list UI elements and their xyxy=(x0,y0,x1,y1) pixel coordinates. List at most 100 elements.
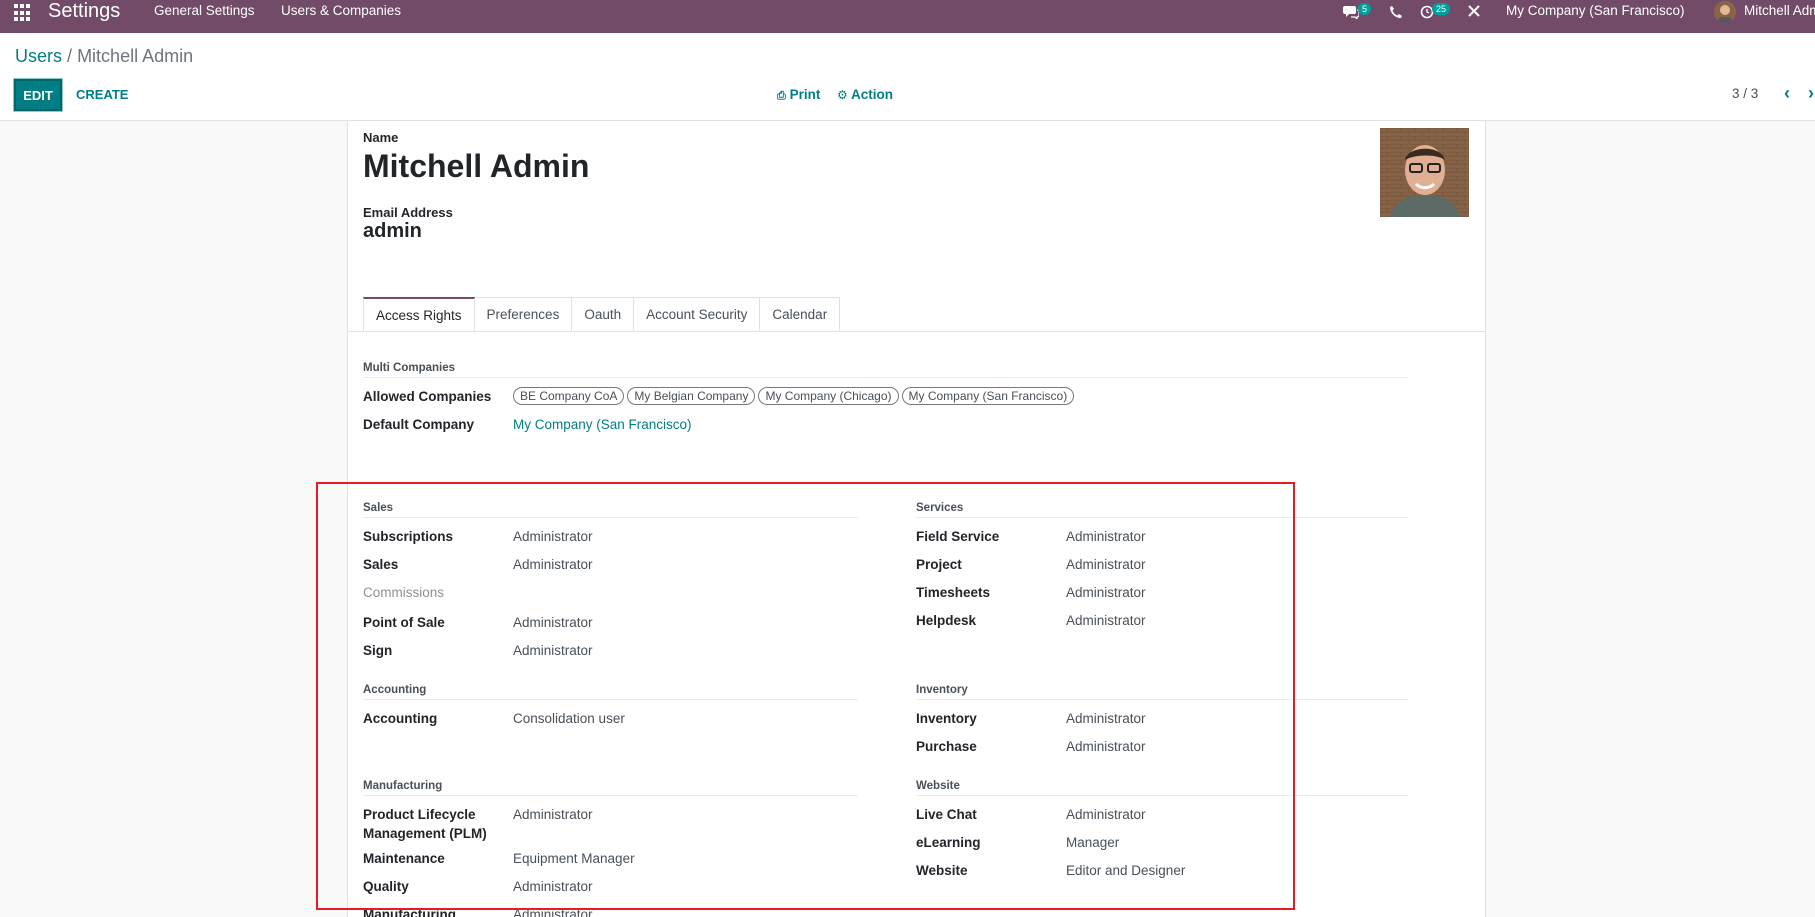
allowed-companies-label: Allowed Companies xyxy=(363,389,492,404)
tab-preferences[interactable]: Preferences xyxy=(474,297,573,332)
group-divider xyxy=(916,517,1408,518)
pager-previous-icon[interactable]: ‹ xyxy=(1784,83,1790,104)
manufacturing-label: Manufacturing xyxy=(363,907,456,917)
control-panel: Users / Mitchell Admin EDIT CREATE ⎙ Pri… xyxy=(0,33,1815,121)
activities-count-badge: 25 xyxy=(1432,3,1451,15)
commissions-label: Commissions xyxy=(363,585,445,600)
maintenance-value[interactable]: Equipment Manager xyxy=(513,851,635,866)
group-title-manufacturing: Manufacturing xyxy=(363,780,443,792)
group-divider xyxy=(363,517,858,518)
purchase-value[interactable]: Administrator xyxy=(1066,739,1146,754)
debug-tools-icon[interactable] xyxy=(1467,4,1481,18)
breadcrumb-separator: / xyxy=(67,46,73,66)
edit-button[interactable]: EDIT xyxy=(13,78,63,112)
user-avatar[interactable] xyxy=(1714,1,1736,23)
quality-label: Quality xyxy=(363,879,409,894)
tab-oauth[interactable]: Oauth xyxy=(572,297,635,332)
company-switcher[interactable]: My Company (San Francisco) xyxy=(1506,3,1685,18)
plm-label-line2: Management (PLM) xyxy=(363,826,487,841)
default-company-label: Default Company xyxy=(363,417,475,432)
point-of-sale-value[interactable]: Administrator xyxy=(513,615,593,630)
name-field: Mitchell Admin xyxy=(363,148,590,184)
purchase-label: Purchase xyxy=(916,739,977,754)
group-title-accounting: Accounting xyxy=(363,684,427,696)
field-service-label: Field Service xyxy=(916,529,1000,544)
manufacturing-value[interactable]: Administrator xyxy=(513,907,593,917)
email-label: Email Address xyxy=(363,205,453,220)
group-title-multi-companies: Multi Companies xyxy=(363,362,456,374)
plm-value[interactable]: Administrator xyxy=(513,807,593,822)
notebook-tabs: Access Rights Preferences Oauth Account … xyxy=(363,297,841,332)
print-label: Print xyxy=(789,87,821,102)
action-button[interactable]: ⚙ Action xyxy=(837,87,893,102)
name-label: Name xyxy=(363,130,399,145)
sign-label: Sign xyxy=(363,643,393,658)
pager-value[interactable]: 3 / 3 xyxy=(1732,86,1758,101)
accounting-label: Accounting xyxy=(363,711,438,726)
group-title-services: Services xyxy=(916,502,964,514)
plm-label-line1: Product Lifecycle xyxy=(363,807,476,822)
allowed-companies-tags[interactable]: BE Company CoA My Belgian Company My Com… xyxy=(513,387,1075,405)
elearning-label: eLearning xyxy=(916,835,981,850)
live-chat-label: Live Chat xyxy=(916,807,977,822)
messages-icon[interactable]: 5 xyxy=(1343,3,1372,21)
breadcrumb: Users / Mitchell Admin xyxy=(15,46,193,67)
group-divider xyxy=(363,795,858,796)
project-label: Project xyxy=(916,557,962,572)
activities-icon[interactable]: 25 xyxy=(1420,3,1451,19)
company-tag[interactable]: My Company (Chicago) xyxy=(758,387,899,405)
group-title-inventory: Inventory xyxy=(916,684,968,696)
sign-value[interactable]: Administrator xyxy=(513,643,593,658)
user-menu[interactable]: Mitchell Admin xyxy=(1744,3,1815,18)
company-tag[interactable]: My Belgian Company xyxy=(627,387,756,405)
plm-label: Product Lifecycle Management (PLM) xyxy=(363,805,487,843)
create-button[interactable]: CREATE xyxy=(76,87,128,102)
timesheets-label: Timesheets xyxy=(916,585,991,600)
maintenance-label: Maintenance xyxy=(363,851,445,866)
group-divider xyxy=(916,699,1408,700)
project-value[interactable]: Administrator xyxy=(1066,557,1146,572)
form-sheet: Name Mitchell Admin Email Address admin … xyxy=(347,121,1486,917)
accounting-value[interactable]: Consolidation user xyxy=(513,711,625,726)
subscriptions-label: Subscriptions xyxy=(363,529,454,544)
company-tag[interactable]: My Company (San Francisco) xyxy=(901,387,1075,405)
group-divider xyxy=(916,795,1408,796)
inventory-value[interactable]: Administrator xyxy=(1066,711,1146,726)
quality-value[interactable]: Administrator xyxy=(513,879,593,894)
field-service-value[interactable]: Administrator xyxy=(1066,529,1146,544)
tabs-divider xyxy=(348,331,1485,332)
action-label: Action xyxy=(851,87,894,102)
email-field: admin xyxy=(363,220,422,242)
inventory-label: Inventory xyxy=(916,711,977,726)
apps-menu-icon[interactable] xyxy=(14,4,32,22)
group-title-sales: Sales xyxy=(363,502,394,514)
helpdesk-label: Helpdesk xyxy=(916,613,977,628)
top-navbar: Settings General Settings Users & Compan… xyxy=(0,0,1815,33)
group-title-website: Website xyxy=(916,780,960,792)
elearning-value[interactable]: Manager xyxy=(1066,835,1119,850)
tab-account-security[interactable]: Account Security xyxy=(634,297,761,332)
phone-icon[interactable] xyxy=(1389,5,1403,19)
print-icon: ⎙ xyxy=(777,90,786,102)
tab-calendar[interactable]: Calendar xyxy=(760,297,841,332)
menu-general-settings[interactable]: General Settings xyxy=(154,3,255,18)
menu-users-companies[interactable]: Users & Companies xyxy=(281,3,401,18)
pager-next-icon[interactable]: › xyxy=(1808,83,1814,104)
helpdesk-value[interactable]: Administrator xyxy=(1066,613,1146,628)
point-of-sale-label: Point of Sale xyxy=(363,615,445,630)
live-chat-value[interactable]: Administrator xyxy=(1066,807,1146,822)
group-divider xyxy=(363,699,858,700)
website-label: Website xyxy=(916,863,968,878)
breadcrumb-users-link[interactable]: Users xyxy=(15,46,62,66)
default-company-link[interactable]: My Company (San Francisco) xyxy=(513,417,692,432)
subscriptions-value[interactable]: Administrator xyxy=(513,529,593,544)
company-tag[interactable]: BE Company CoA xyxy=(513,387,625,405)
app-title[interactable]: Settings xyxy=(48,0,120,22)
timesheets-value[interactable]: Administrator xyxy=(1066,585,1146,600)
tab-access-rights[interactable]: Access Rights xyxy=(363,297,475,332)
user-photo[interactable] xyxy=(1380,128,1469,217)
breadcrumb-current: Mitchell Admin xyxy=(77,46,194,66)
sales-value[interactable]: Administrator xyxy=(513,557,593,572)
print-button[interactable]: ⎙ Print xyxy=(777,87,820,103)
website-value[interactable]: Editor and Designer xyxy=(1066,863,1185,878)
